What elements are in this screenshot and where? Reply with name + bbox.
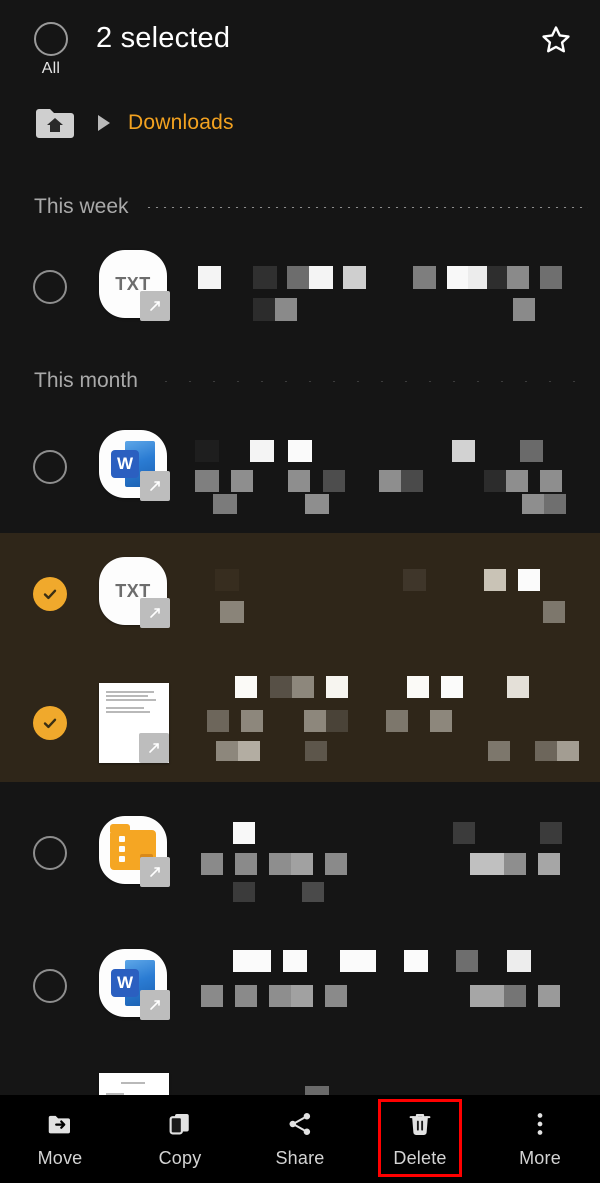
word-letter-label: W xyxy=(111,450,139,478)
bottom-action-toolbar: Move Copy Share Delete More xyxy=(0,1095,600,1183)
expand-badge-icon xyxy=(140,598,170,628)
share-icon xyxy=(285,1109,315,1139)
file-manager-screen: All 2 selected Downloads This week TXT T… xyxy=(0,0,600,1183)
checkmark-icon xyxy=(33,706,67,740)
table-row[interactable]: TXT xyxy=(0,234,600,340)
expand-badge-icon xyxy=(140,857,170,887)
redacted-filename xyxy=(195,541,584,647)
word-file-icon: W xyxy=(99,949,173,1023)
table-row[interactable] xyxy=(0,800,600,906)
table-row-selected[interactable]: TXT xyxy=(0,541,600,647)
document-thumbnail xyxy=(99,683,169,763)
expand-badge-icon xyxy=(140,990,170,1020)
select-all-checkbox[interactable]: All xyxy=(31,22,71,78)
toolbar-label: Delete xyxy=(393,1148,447,1168)
copy-icon xyxy=(165,1109,195,1139)
breadcrumb: Downloads xyxy=(0,100,600,146)
more-vertical-icon xyxy=(525,1109,555,1139)
table-row-selected[interactable] xyxy=(0,667,600,779)
breadcrumb-current[interactable]: Downloads xyxy=(128,111,234,135)
section-label: This month xyxy=(34,369,138,392)
move-button[interactable]: Move xyxy=(0,1095,120,1183)
expand-badge-icon xyxy=(140,471,170,501)
select-all-label: All xyxy=(41,60,61,77)
txt-file-icon: TXT xyxy=(99,557,173,631)
more-button[interactable]: More xyxy=(480,1095,600,1183)
toolbar-label: Share xyxy=(275,1148,325,1168)
section-header-this-month: This month xyxy=(0,360,600,402)
select-all-circle-icon[interactable] xyxy=(34,22,68,56)
redacted-filename xyxy=(195,414,584,520)
app-header: All 2 selected xyxy=(0,0,600,96)
page-title: 2 selected xyxy=(96,22,231,54)
section-divider xyxy=(144,206,588,208)
checkmark-icon xyxy=(33,577,67,611)
section-divider xyxy=(153,380,588,382)
toolbar-label: More xyxy=(519,1148,561,1168)
expand-badge-icon xyxy=(140,291,170,321)
redacted-filename xyxy=(195,800,584,906)
word-letter-label: W xyxy=(111,969,139,997)
trash-icon xyxy=(405,1109,435,1139)
star-outline-icon xyxy=(539,23,573,62)
row-checkbox[interactable] xyxy=(31,834,69,872)
section-label: This week xyxy=(34,195,129,218)
expand-badge-icon xyxy=(139,733,169,763)
table-row[interactable]: W xyxy=(0,414,600,520)
toolbar-label: Copy xyxy=(158,1148,202,1168)
row-checkbox-checked[interactable] xyxy=(31,704,69,742)
favorite-button[interactable] xyxy=(536,22,576,62)
home-folder-icon[interactable] xyxy=(34,106,76,140)
row-checkbox-checked[interactable] xyxy=(31,575,69,613)
toolbar-label: Move xyxy=(37,1148,83,1168)
redacted-filename xyxy=(195,234,584,340)
table-row[interactable]: W xyxy=(0,933,600,1039)
txt-file-icon: TXT xyxy=(99,250,173,324)
redacted-filename xyxy=(195,933,584,1039)
caret-right-icon xyxy=(98,115,110,131)
word-file-icon: W xyxy=(99,430,173,504)
row-checkbox[interactable] xyxy=(31,448,69,486)
delete-button[interactable]: Delete xyxy=(360,1095,480,1183)
share-button[interactable]: Share xyxy=(240,1095,360,1183)
redacted-filename xyxy=(195,667,584,773)
zip-folder-icon xyxy=(99,816,173,890)
row-checkbox[interactable] xyxy=(31,967,69,1005)
row-checkbox[interactable] xyxy=(31,268,69,306)
section-header-this-week: This week xyxy=(0,186,600,228)
copy-button[interactable]: Copy xyxy=(120,1095,240,1183)
move-to-folder-icon xyxy=(45,1109,75,1139)
